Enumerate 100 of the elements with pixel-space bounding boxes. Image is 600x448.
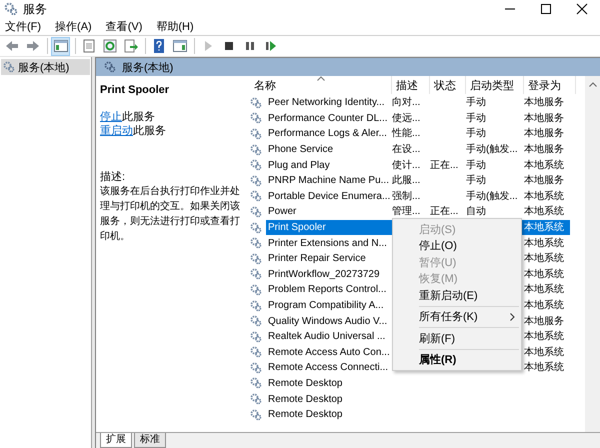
- table-cell: 性能...: [392, 128, 420, 140]
- table-cell: 本地系统: [524, 346, 564, 358]
- service-name[interactable]: Quality Windows Audio V...: [266, 314, 390, 329]
- table-cell: 本地系统: [524, 300, 564, 312]
- gears-icon: [250, 362, 262, 374]
- table-cell: 此服...: [392, 175, 420, 186]
- gears-icon: [104, 61, 116, 73]
- forward-arrow-icon: [24, 38, 40, 54]
- table-cell: 手动: [466, 175, 486, 186]
- gears-icon: [250, 222, 262, 234]
- table-cell: 本地系统: [524, 222, 564, 234]
- table-cell: 在设...: [392, 144, 420, 156]
- menu-item[interactable]: 属性(R): [393, 352, 521, 368]
- service-name[interactable]: PrintWorkflow_20273729: [266, 266, 390, 282]
- service-name[interactable]: Power: [266, 204, 390, 220]
- menu-item[interactable]: 刷新(F): [393, 330, 521, 346]
- service-name[interactable]: Realtek Audio Universal ...: [266, 329, 390, 344]
- gears-icon: [250, 174, 262, 187]
- menu-item[interactable]: 查看(V): [106, 19, 142, 34]
- menu-item[interactable]: 帮助(H): [156, 19, 194, 34]
- table-cell: 本地系统: [524, 160, 564, 171]
- scroll-up-icon[interactable]: [588, 82, 596, 87]
- service-name[interactable]: Remote Access Auto Con...: [266, 344, 390, 360]
- action-text: 此服务: [133, 125, 166, 137]
- gears-icon: [250, 408, 262, 421]
- maximize-icon: [540, 3, 552, 15]
- gears-icon: [250, 393, 262, 406]
- view-tab[interactable]: 扩展: [100, 433, 132, 448]
- column-header[interactable]: 启动类型: [466, 76, 524, 94]
- tree-label: 服务(本地): [18, 60, 70, 74]
- tree-button[interactable]: [51, 36, 70, 56]
- gears-icon: [4, 2, 18, 16]
- document-icon: [80, 38, 96, 54]
- action-link[interactable]: 重启动: [100, 125, 133, 137]
- gears-icon: [250, 159, 262, 172]
- gears-icon: [250, 112, 262, 124]
- column-header[interactable]: 名称: [250, 76, 392, 94]
- gears-icon: [250, 377, 262, 390]
- menu-item[interactable]: 操作(A): [55, 19, 92, 34]
- service-name[interactable]: Remote Desktop: [266, 407, 390, 422]
- gears-icon: [250, 144, 262, 156]
- service-name[interactable]: Remote Desktop: [266, 376, 390, 391]
- tree-item[interactable]: 服务(本地): [1, 59, 90, 75]
- table-cell: 手动: [466, 112, 486, 124]
- menu-item[interactable]: 重新启动(E): [393, 287, 521, 304]
- table-cell: 手动: [466, 160, 486, 171]
- gears-icon: [250, 96, 262, 109]
- table-cell: 本地系统: [524, 190, 564, 202]
- gears-icon: [250, 315, 262, 328]
- export-icon: [122, 38, 138, 54]
- service-name[interactable]: Printer Repair Service: [266, 251, 390, 266]
- table-cell: 手动: [466, 128, 486, 140]
- service-name[interactable]: PNRP Machine Name Pu...: [266, 173, 390, 188]
- column-header[interactable]: 描述: [392, 76, 430, 94]
- service-name[interactable]: Print Spooler: [266, 220, 390, 236]
- table-cell: 本地服务: [524, 144, 564, 156]
- table-cell: 本地系统: [524, 206, 564, 218]
- service-name[interactable]: Phone Service: [266, 142, 390, 158]
- table-cell: 使计...: [392, 160, 420, 171]
- gears-icon: [250, 206, 262, 218]
- gears-icon: [250, 190, 262, 202]
- table-cell: 自动: [466, 206, 486, 218]
- window-title: 服务: [23, 0, 47, 18]
- menu-item[interactable]: 文件(F): [5, 19, 42, 34]
- close-icon: [576, 3, 588, 15]
- action-link[interactable]: 停止: [100, 111, 122, 123]
- table-cell: 手动: [466, 97, 486, 108]
- menu-item[interactable]: 停止(O): [393, 238, 521, 254]
- menu-item[interactable]: 所有任务(K): [393, 308, 521, 325]
- table-cell: 管理...: [392, 206, 420, 218]
- table-cell: 本地服务: [524, 128, 564, 140]
- table-cell: 本地系统: [524, 253, 564, 264]
- table-cell: 使远...: [392, 112, 420, 124]
- view-tab[interactable]: 标准: [134, 433, 166, 448]
- table-cell: 本地系统: [524, 362, 564, 374]
- action-panel-icon: [172, 38, 188, 54]
- sort-caret-icon: [316, 76, 324, 81]
- column-header[interactable]: 状态: [430, 76, 466, 94]
- refresh-icon: [102, 38, 118, 54]
- service-name[interactable]: Remote Desktop: [266, 392, 390, 407]
- service-name[interactable]: Printer Extensions and N...: [266, 236, 390, 251]
- table-cell: 手动(触发...: [466, 190, 518, 202]
- gears-icon: [250, 128, 262, 140]
- gears-icon: [250, 252, 262, 265]
- column-header[interactable]: 登录为: [524, 76, 576, 94]
- service-name[interactable]: Performance Logs & Aler...: [266, 126, 390, 142]
- service-name[interactable]: Program Compatibility A...: [266, 298, 390, 314]
- table-cell: 本地系统: [524, 238, 564, 249]
- table-cell: 本地服务: [524, 316, 564, 327]
- service-name[interactable]: Peer Networking Identity...: [266, 95, 390, 110]
- service-name[interactable]: Performance Counter DL...: [266, 110, 390, 126]
- scrollbar[interactable]: [585, 76, 600, 432]
- gears-icon: [250, 346, 262, 358]
- service-name[interactable]: Remote Access Connecti...: [266, 360, 390, 376]
- service-title: Print Spooler: [100, 84, 170, 96]
- description-text: 该服务在后台执行打印作业并处理与打印机的交互。如果关闭该服务，则无法进行打印或查看打印机。: [100, 184, 240, 244]
- gears-icon: [250, 284, 262, 296]
- service-name[interactable]: Portable Device Enumera...: [266, 188, 390, 204]
- service-name[interactable]: Problem Reports Control...: [266, 282, 390, 298]
- service-name[interactable]: Plug and Play: [266, 158, 390, 173]
